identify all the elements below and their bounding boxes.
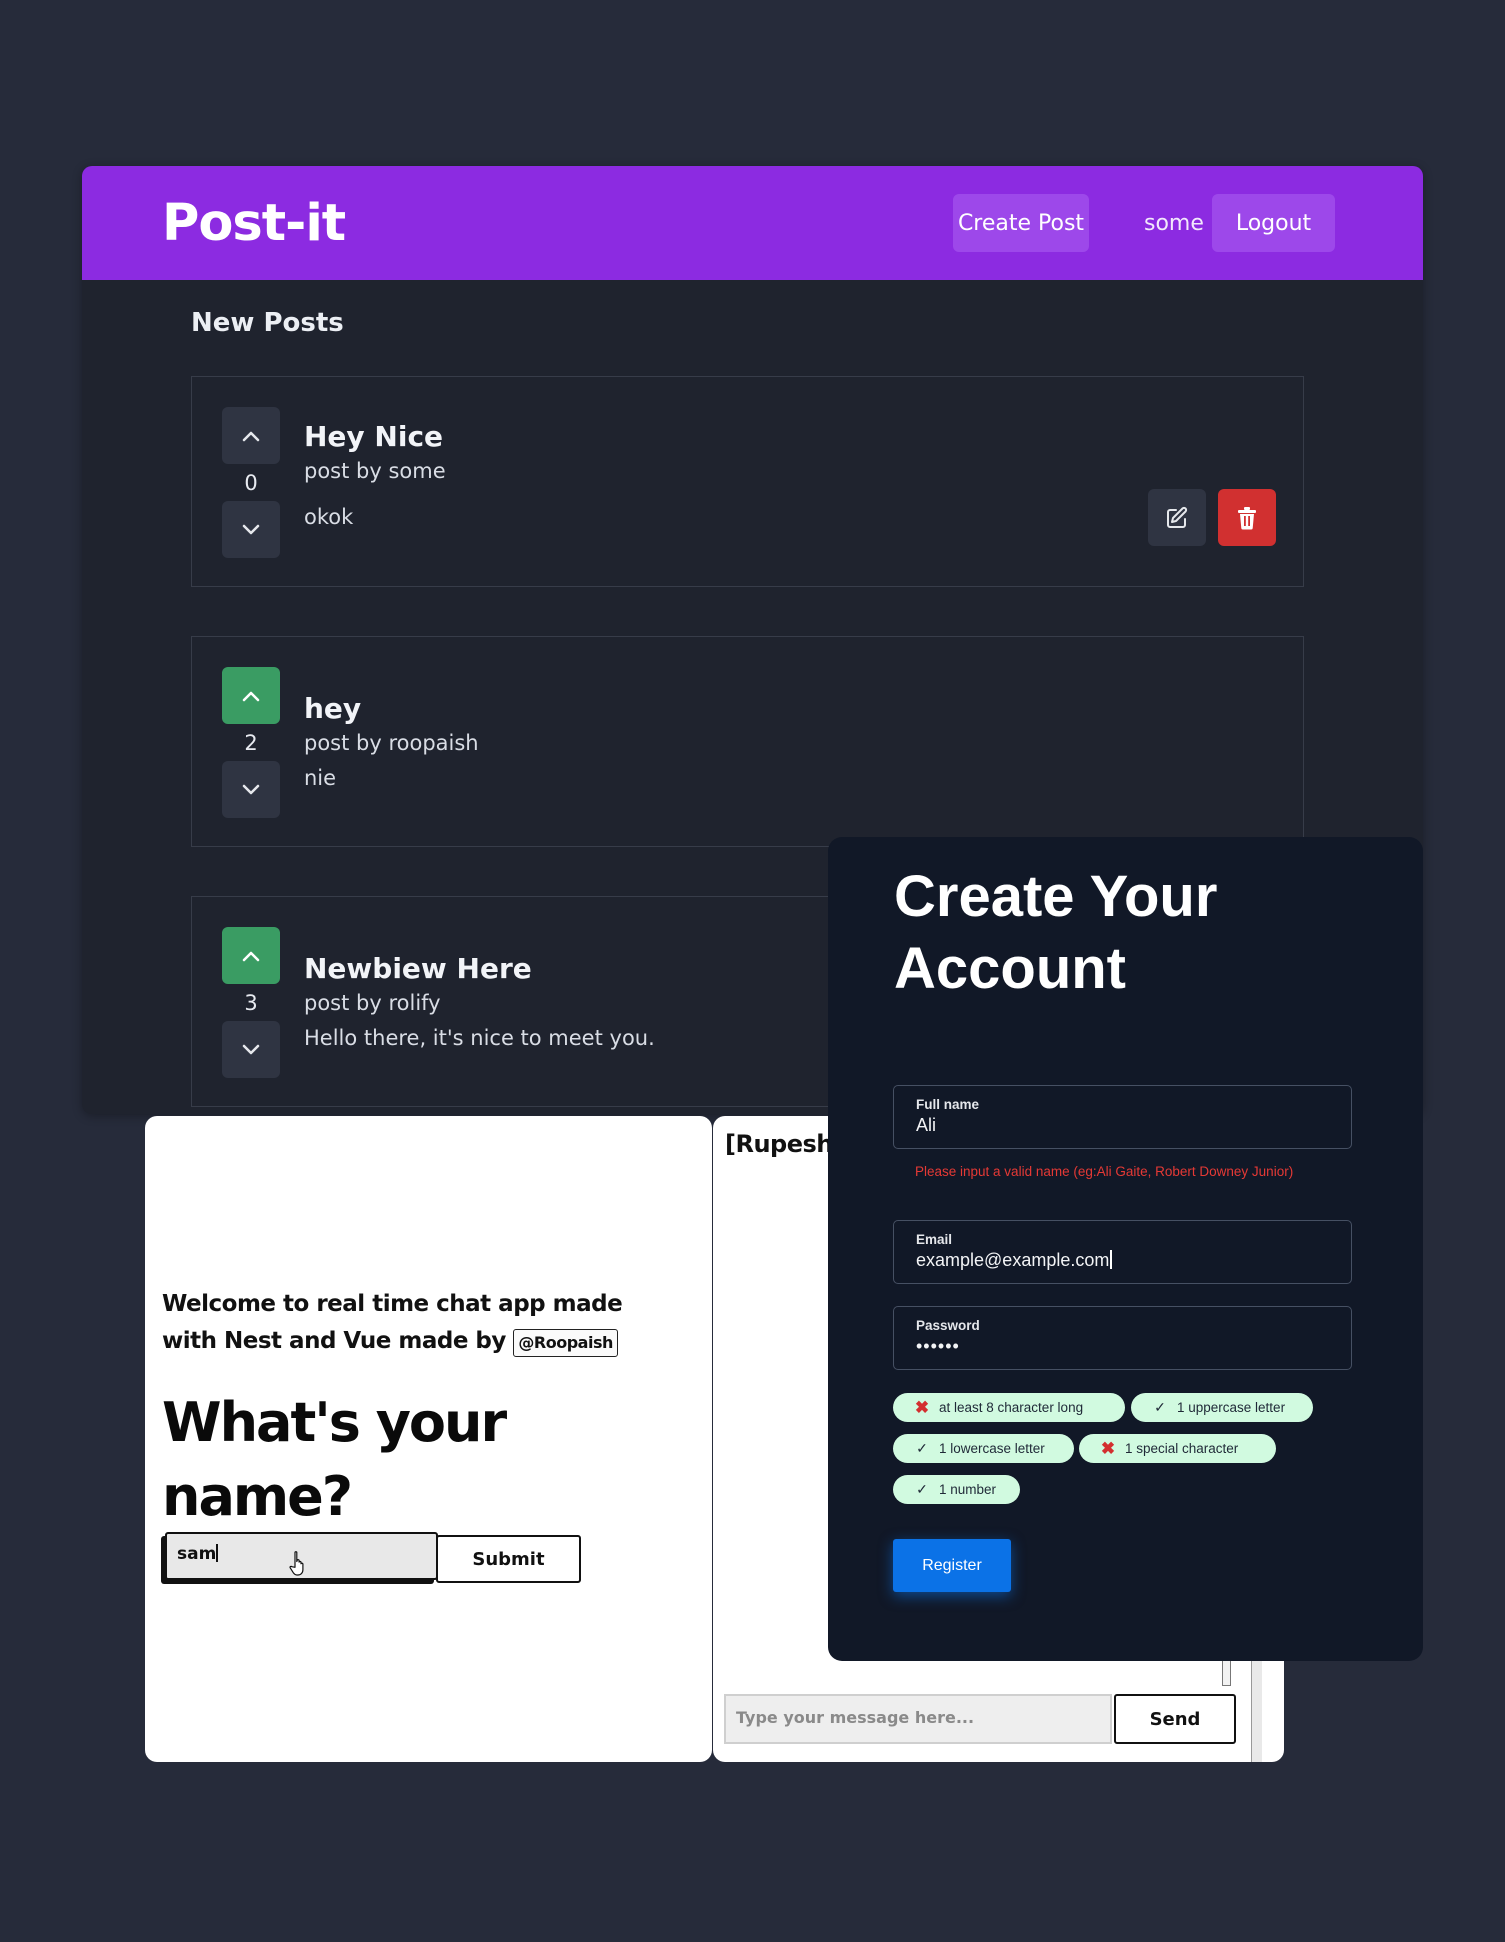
- check-icon: ✓: [1154, 1399, 1166, 1415]
- requirement-label: 1 uppercase letter: [1177, 1400, 1286, 1415]
- email-label: Email: [916, 1232, 953, 1247]
- requirement-chip: ✓ 1 lowercase letter: [893, 1434, 1074, 1463]
- requirement-chip: ✖ at least 8 character long: [893, 1393, 1125, 1422]
- full-name-value: Ali: [916, 1115, 937, 1135]
- vote-count: 0: [244, 471, 258, 495]
- name-input-value: sam: [177, 1544, 217, 1564]
- chevron-down-icon: [242, 524, 260, 534]
- cross-icon: ✖: [914, 1397, 930, 1417]
- requirement-chip: ✓ 1 number: [893, 1475, 1020, 1504]
- downvote-button[interactable]: [222, 1021, 280, 1078]
- password-field[interactable]: Password ••••••: [893, 1306, 1352, 1370]
- create-post-button[interactable]: Create Post: [953, 194, 1089, 252]
- chevron-down-icon: [242, 1044, 260, 1054]
- post-card: 0 Hey Nice post by some okok: [191, 376, 1304, 587]
- post-byline: post by rolify: [304, 991, 441, 1015]
- password-label: Password: [916, 1318, 980, 1333]
- section-title: New Posts: [191, 308, 344, 338]
- post-title[interactable]: hey: [304, 692, 361, 725]
- full-name-field[interactable]: Full name Ali: [893, 1085, 1352, 1149]
- requirement-label: 1 number: [939, 1482, 997, 1497]
- requirement-chip: ✓ 1 uppercase letter: [1131, 1393, 1313, 1422]
- app-header: Post-it Create Post some Logout: [82, 166, 1423, 280]
- cross-icon: ✖: [1100, 1438, 1116, 1458]
- requirement-label: 1 lowercase letter: [939, 1441, 1045, 1456]
- chevron-up-icon: [242, 951, 260, 961]
- vote-count: 3: [244, 991, 258, 1015]
- downvote-button[interactable]: [222, 501, 280, 558]
- app-brand[interactable]: Post-it: [162, 194, 346, 253]
- register-title: Create Your Account: [894, 864, 1218, 1001]
- register-button[interactable]: Register: [893, 1539, 1011, 1592]
- submit-button[interactable]: Submit: [436, 1535, 581, 1583]
- delete-post-button[interactable]: [1218, 489, 1276, 546]
- requirement-label: at least 8 character long: [939, 1400, 1084, 1415]
- chevron-down-icon: [242, 784, 260, 794]
- requirement-chip: ✖ 1 special character: [1079, 1434, 1276, 1463]
- trash-icon: [1238, 506, 1256, 530]
- post-byline: post by roopaish: [304, 731, 479, 755]
- chat-welcome-card: Welcome to real time chat app made with …: [145, 1116, 712, 1762]
- edit-icon: [1167, 506, 1188, 528]
- current-username: some: [1144, 210, 1204, 236]
- post-title[interactable]: Newbiew Here: [304, 952, 532, 985]
- chat-scroll-thumb[interactable]: [1222, 1660, 1231, 1686]
- check-icon: ✓: [916, 1440, 928, 1456]
- post-card: 2 hey post by roopaish nie: [191, 636, 1304, 847]
- post-byline: post by some: [304, 459, 446, 483]
- full-name-label: Full name: [916, 1097, 980, 1112]
- edit-post-button[interactable]: [1148, 489, 1206, 546]
- post-body: okok: [304, 505, 354, 529]
- upvote-button[interactable]: [222, 927, 280, 984]
- text-caret: [216, 1544, 218, 1562]
- welcome-text: Welcome to real time chat app made with …: [162, 1286, 682, 1360]
- send-button[interactable]: Send: [1114, 1694, 1236, 1744]
- vote-count: 2: [244, 731, 258, 755]
- post-title[interactable]: Hey Nice: [304, 420, 443, 453]
- window-scrollbar[interactable]: [1251, 1656, 1262, 1762]
- chat-room-title: [Rupesh: [725, 1130, 833, 1158]
- post-body: Hello there, it's nice to meet you.: [304, 1026, 655, 1050]
- create-account-card: Create Your Account Full name Ali Please…: [828, 837, 1423, 1661]
- full-name-error: Please input a valid name (eg:Ali Gaite,…: [915, 1164, 1294, 1179]
- upvote-button[interactable]: [222, 667, 280, 724]
- author-tag[interactable]: @Roopaish: [513, 1329, 618, 1357]
- logout-button[interactable]: Logout: [1212, 194, 1335, 252]
- email-value: example@example.com: [916, 1250, 1112, 1271]
- chevron-up-icon: [242, 431, 260, 441]
- post-body: nie: [304, 766, 337, 790]
- message-input[interactable]: Type your message here...: [724, 1694, 1112, 1744]
- name-question-heading: What's your name?: [162, 1391, 507, 1528]
- email-field[interactable]: Email example@example.com: [893, 1220, 1352, 1284]
- hand-cursor-icon: [289, 1551, 304, 1576]
- password-value: ••••••: [916, 1336, 960, 1356]
- downvote-button[interactable]: [222, 761, 280, 818]
- check-icon: ✓: [916, 1481, 928, 1497]
- chevron-up-icon: [242, 691, 260, 701]
- upvote-button[interactable]: [222, 407, 280, 464]
- requirement-label: 1 special character: [1125, 1441, 1239, 1456]
